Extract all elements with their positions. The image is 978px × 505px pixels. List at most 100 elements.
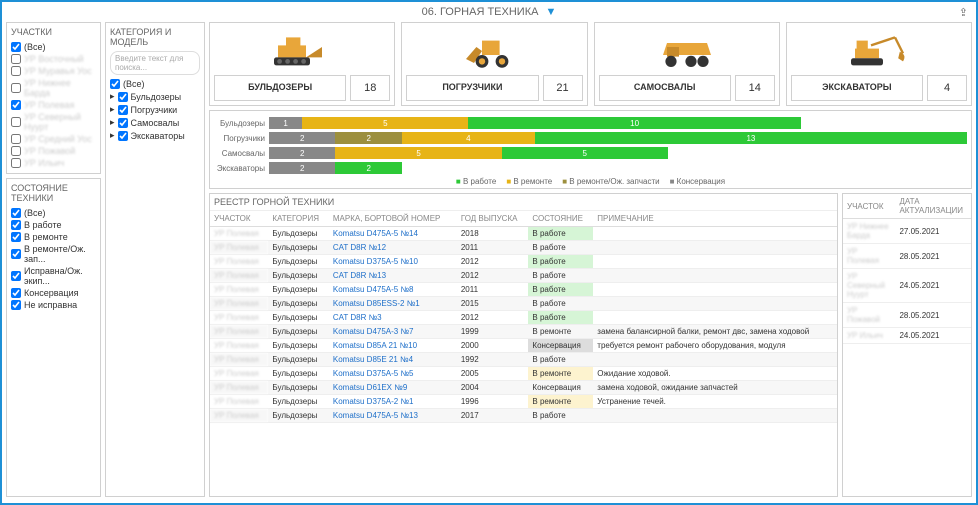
chart-segment[interactable]: 2 — [269, 162, 335, 174]
checkbox[interactable] — [11, 220, 21, 230]
checkbox[interactable] — [11, 66, 21, 76]
category-card[interactable]: ПОГРУЗЧИКИ21 — [401, 22, 587, 106]
cell-model-link[interactable]: CAT D8R №13 — [329, 269, 457, 283]
table-row[interactable]: УР ПолеваяБульдозерыKomatsu D85ESS-2 №12… — [210, 297, 837, 311]
filter-item[interactable]: Не исправна — [11, 299, 96, 311]
column-header[interactable]: ПРИМЕЧАНИЕ — [593, 211, 837, 227]
filter-icon[interactable]: ▼ — [546, 6, 557, 18]
category-card[interactable]: БУЛЬДОЗЕРЫ18 — [209, 22, 395, 106]
table-row[interactable]: УР Пожавой28.05.2021 — [843, 303, 971, 328]
checkbox[interactable] — [11, 83, 21, 93]
chart-segment[interactable]: 2 — [335, 162, 401, 174]
chart-segment[interactable]: 13 — [535, 132, 967, 144]
cell-model-link[interactable]: Komatsu D475A-3 №7 — [329, 325, 457, 339]
cell-model-link[interactable]: Komatsu D85A 21 №10 — [329, 339, 457, 353]
cell-model-link[interactable]: CAT D8R №3 — [329, 311, 457, 325]
checkbox[interactable] — [11, 42, 21, 52]
chart-segment[interactable]: 5 — [335, 147, 501, 159]
category-search-input[interactable]: Введите текст для поиска... — [110, 51, 200, 75]
chart-segment[interactable]: 4 — [402, 132, 535, 144]
checkbox[interactable] — [118, 118, 128, 128]
chart-segment[interactable]: 2 — [269, 147, 335, 159]
checkbox[interactable] — [11, 232, 21, 242]
filter-item[interactable]: УР Северный Нуурт — [11, 111, 96, 133]
checkbox[interactable] — [11, 100, 21, 110]
category-card[interactable]: САМОСВАЛЫ14 — [594, 22, 780, 106]
checkbox[interactable] — [11, 117, 21, 127]
cell-model-link[interactable]: Komatsu D85E 21 №4 — [329, 353, 457, 367]
table-row[interactable]: УР ПолеваяБульдозерыKomatsu D475A-3 №719… — [210, 325, 837, 339]
table-row[interactable]: УР ПолеваяБульдозерыKomatsu D475A-5 №132… — [210, 409, 837, 423]
checkbox[interactable] — [11, 300, 21, 310]
checkbox[interactable] — [11, 54, 21, 64]
column-header[interactable]: КАТЕГОРИЯ — [268, 211, 328, 227]
filter-item[interactable]: ▸Самосвалы — [110, 116, 200, 129]
filter-item[interactable]: В работе — [11, 219, 96, 231]
table-row[interactable]: УР ПолеваяБульдозерыKomatsu D475A-5 №820… — [210, 283, 837, 297]
filter-item[interactable]: УР Нижнее Барда — [11, 77, 96, 99]
col-uchastok[interactable]: УЧАСТОК — [843, 194, 895, 219]
checkbox[interactable] — [11, 288, 21, 298]
table-row[interactable]: УР Ильич24.05.2021 — [843, 328, 971, 344]
table-row[interactable]: УР ПолеваяБульдозерыKomatsu D85A 21 №102… — [210, 339, 837, 353]
filter-item[interactable]: УР Восточный — [11, 53, 96, 65]
filter-item[interactable]: (Все) — [11, 41, 96, 53]
column-header[interactable]: СОСТОЯНИЕ — [528, 211, 593, 227]
column-header[interactable]: УЧАСТОК — [210, 211, 268, 227]
table-row[interactable]: УР ПолеваяБульдозерыKomatsu D375A-2 №119… — [210, 395, 837, 409]
column-header[interactable]: ГОД ВЫПУСКА — [457, 211, 529, 227]
cell-model-link[interactable]: Komatsu D375A-5 №10 — [329, 255, 457, 269]
category-card[interactable]: ЭКСКАВАТОРЫ4 — [786, 22, 972, 106]
expand-icon[interactable]: ▸ — [110, 91, 115, 102]
col-date[interactable]: ДАТА АКТУАЛИЗАЦИИ — [895, 194, 971, 219]
checkbox[interactable] — [110, 79, 120, 89]
filter-item[interactable]: УР Пожавой — [11, 145, 96, 157]
filter-item[interactable]: ▸Погрузчики — [110, 103, 200, 116]
chart-segment[interactable]: 2 — [269, 132, 335, 144]
table-row[interactable]: УР ПолеваяБульдозерыKomatsu D61EX №92004… — [210, 381, 837, 395]
table-row[interactable]: УР Полевая28.05.2021 — [843, 244, 971, 269]
cell-model-link[interactable]: Komatsu D475A-5 №8 — [329, 283, 457, 297]
expand-icon[interactable]: ▸ — [110, 130, 115, 141]
filter-item[interactable]: ▸Бульдозеры — [110, 90, 200, 103]
filter-item[interactable]: УР Муравья Уос — [11, 65, 96, 77]
filter-item[interactable]: (Все) — [110, 78, 200, 90]
table-row[interactable]: УР ПолеваяБульдозерыKomatsu D375A-5 №102… — [210, 255, 837, 269]
checkbox[interactable] — [118, 131, 128, 141]
checkbox[interactable] — [118, 105, 128, 115]
checkbox[interactable] — [11, 249, 21, 259]
column-header[interactable]: МАРКА, БОРТОВОЙ НОМЕР — [329, 211, 457, 227]
chart-segment[interactable]: 5 — [502, 147, 668, 159]
checkbox[interactable] — [11, 208, 21, 218]
checkbox[interactable] — [118, 92, 128, 102]
expand-icon[interactable]: ▸ — [110, 104, 115, 115]
table-row[interactable]: УР ПолеваяБульдозерыKomatsu D375A-5 №520… — [210, 367, 837, 381]
cell-model-link[interactable]: Komatsu D375A-5 №5 — [329, 367, 457, 381]
cell-model-link[interactable]: Komatsu D475A-5 №13 — [329, 409, 457, 423]
filter-item[interactable]: В ремонте/Ож. зап... — [11, 243, 96, 265]
table-row[interactable]: УР ПолеваяБульдозерыCAT D8R №132012В раб… — [210, 269, 837, 283]
filter-item[interactable]: ▸Экскаваторы — [110, 129, 200, 142]
checkbox[interactable] — [11, 271, 21, 281]
filter-item[interactable]: В ремонте — [11, 231, 96, 243]
expand-icon[interactable]: ▸ — [110, 117, 115, 128]
chart-segment[interactable]: 2 — [335, 132, 401, 144]
cell-model-link[interactable]: Komatsu D61EX №9 — [329, 381, 457, 395]
filter-item[interactable]: УР Полевая — [11, 99, 96, 111]
chart-segment[interactable]: 1 — [269, 117, 302, 129]
filter-item[interactable]: УР Средний Уос — [11, 133, 96, 145]
share-icon[interactable]: ⇪ — [959, 6, 968, 19]
table-row[interactable]: УР Нижнее Барда27.05.2021 — [843, 219, 971, 244]
cell-model-link[interactable]: CAT D8R №12 — [329, 241, 457, 255]
filter-item[interactable]: (Все) — [11, 207, 96, 219]
table-row[interactable]: УР Северный Нуурт24.05.2021 — [843, 269, 971, 303]
filter-item[interactable]: Исправна/Ож. экип... — [11, 265, 96, 287]
filter-item[interactable]: Консервация — [11, 287, 96, 299]
chart-segment[interactable]: 10 — [468, 117, 800, 129]
checkbox[interactable] — [11, 134, 21, 144]
chart-segment[interactable]: 5 — [302, 117, 468, 129]
table-row[interactable]: УР ПолеваяБульдозерыKomatsu D85E 21 №419… — [210, 353, 837, 367]
checkbox[interactable] — [11, 158, 21, 168]
cell-model-link[interactable]: Komatsu D85ESS-2 №1 — [329, 297, 457, 311]
cell-model-link[interactable]: Komatsu D375A-2 №1 — [329, 395, 457, 409]
